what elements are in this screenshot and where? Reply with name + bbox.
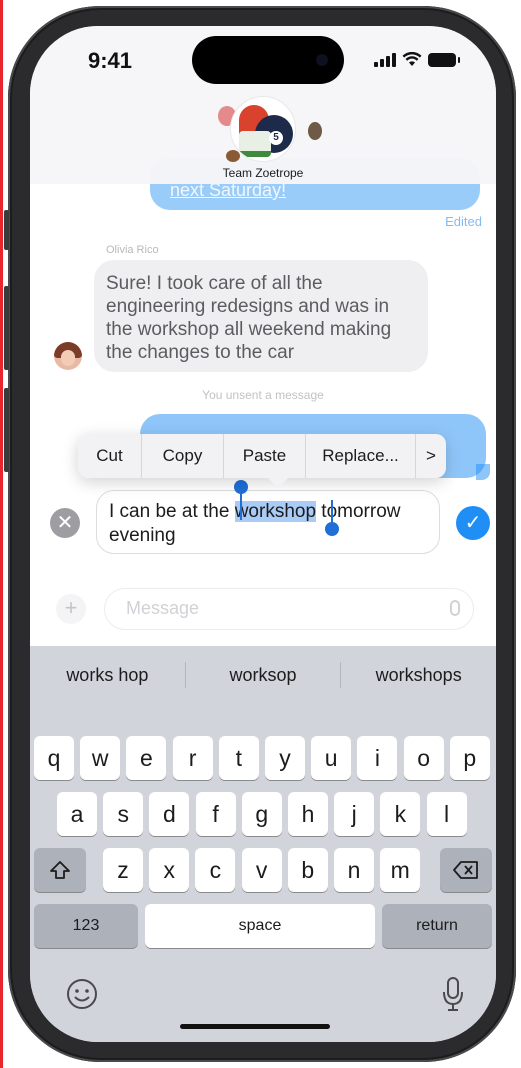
backspace-icon[interactable] <box>440 848 492 892</box>
incoming-bubble[interactable]: Sure! I took care of all the engineering… <box>94 260 428 372</box>
edit-text-before: I can be at the <box>109 501 235 522</box>
key-k[interactable]: k <box>380 792 421 836</box>
volume-down-button <box>4 388 9 472</box>
edit-context-menu: Cut Copy Paste Replace... > <box>78 434 446 478</box>
menu-item-replace[interactable]: Replace... <box>306 434 416 478</box>
menu-item-paste[interactable]: Paste <box>224 434 306 478</box>
key-x[interactable]: x <box>149 848 190 892</box>
key-t[interactable]: t <box>218 736 259 780</box>
key-e[interactable]: e <box>126 736 167 780</box>
edit-text-line2: evening <box>109 525 176 546</box>
wifi-icon <box>402 52 422 66</box>
red-edge-marker <box>0 0 3 1068</box>
selected-word[interactable]: workshop <box>234 501 317 522</box>
status-time: 9:41 <box>88 48 133 73</box>
key-s[interactable]: s <box>103 792 144 836</box>
menu-caret <box>268 478 288 488</box>
conversation-header: 9:41 5 Team Zoetrope <box>30 26 496 184</box>
key-p[interactable]: p <box>449 736 490 780</box>
key-g[interactable]: g <box>241 792 282 836</box>
incoming-line: the changes to the car <box>106 342 295 363</box>
message-placeholder: Message <box>126 598 200 618</box>
edited-label: Edited <box>445 214 482 229</box>
phone-screen: next Saturday! Edited Olivia Rico Sure! … <box>30 26 496 1042</box>
key-r[interactable]: r <box>172 736 213 780</box>
unsent-notice: You unsent a message <box>202 388 324 402</box>
avatar-face <box>61 350 75 366</box>
key-m[interactable]: m <box>380 848 421 892</box>
shift-icon[interactable] <box>34 848 86 892</box>
selection-end-handle[interactable] <box>325 522 339 536</box>
suggestion-item[interactable]: works hop <box>30 665 185 686</box>
edit-text-after: tomorrow <box>316 501 401 522</box>
bubble-tail <box>476 464 490 480</box>
dictation-icon[interactable] <box>450 600 460 616</box>
menu-item-copy[interactable]: Copy <box>142 434 224 478</box>
chevron-right-icon[interactable]: > <box>416 434 446 478</box>
key-v[interactable]: v <box>241 848 282 892</box>
key-w[interactable]: w <box>80 736 121 780</box>
selection-start-line <box>240 492 242 520</box>
status-icons <box>374 52 460 67</box>
sender-name: Olivia Rico <box>106 244 159 256</box>
mute-switch <box>4 210 9 250</box>
message-edit-field[interactable]: I can be at the workshop tomorrow evenin… <box>96 490 440 554</box>
incoming-line: engineering redesigns and was in <box>106 296 390 317</box>
key-b[interactable]: b <box>287 848 328 892</box>
key-i[interactable]: i <box>357 736 398 780</box>
sender-avatar[interactable] <box>54 342 82 370</box>
emoji-icon[interactable] <box>66 978 98 1015</box>
return-key[interactable]: return <box>382 904 492 948</box>
space-key[interactable]: space <box>145 904 375 948</box>
home-indicator[interactable] <box>180 1024 330 1029</box>
key-f[interactable]: f <box>195 792 236 836</box>
key-h[interactable]: h <box>288 792 328 836</box>
incoming-line: Sure! I took care of all the <box>106 273 323 294</box>
incoming-line: the workshop all weekend making <box>106 319 392 340</box>
key-n[interactable]: n <box>334 848 374 892</box>
group-name[interactable]: Team Zoetrope <box>30 166 496 180</box>
signal-icon <box>374 52 396 67</box>
dynamic-island <box>192 36 344 84</box>
checkmark-icon[interactable]: ✓ <box>456 506 490 540</box>
key-d[interactable]: d <box>149 792 190 836</box>
selection-start-handle[interactable] <box>234 480 248 494</box>
menu-item-cut[interactable]: Cut <box>78 434 142 478</box>
suggestion-bar: works hop worksop workshops <box>30 646 496 704</box>
key-j[interactable]: j <box>334 792 375 836</box>
key-u[interactable]: u <box>311 736 352 780</box>
key-q[interactable]: q <box>34 736 74 780</box>
numbers-key[interactable]: 123 <box>34 904 138 948</box>
suggestion-item[interactable]: workshops <box>341 665 496 686</box>
key-l[interactable]: l <box>426 792 467 836</box>
key-a[interactable]: a <box>57 792 97 836</box>
microphone-icon[interactable] <box>442 976 464 1017</box>
cancel-icon[interactable]: ✕ <box>50 508 80 538</box>
keyboard: works hop worksop workshops qwertyuiop a… <box>30 646 496 1042</box>
key-o[interactable]: o <box>403 736 444 780</box>
volume-up-button <box>4 286 9 370</box>
key-c[interactable]: c <box>195 848 236 892</box>
member-avatar <box>226 150 240 162</box>
group-avatar[interactable]: 5 <box>230 96 296 162</box>
camera-icon <box>316 54 328 66</box>
key-y[interactable]: y <box>265 736 305 780</box>
battery-icon <box>428 52 460 67</box>
key-z[interactable]: z <box>103 848 143 892</box>
member-avatar <box>308 122 322 140</box>
plus-icon[interactable]: + <box>56 594 86 624</box>
suggestion-item[interactable]: worksop <box>186 665 341 686</box>
